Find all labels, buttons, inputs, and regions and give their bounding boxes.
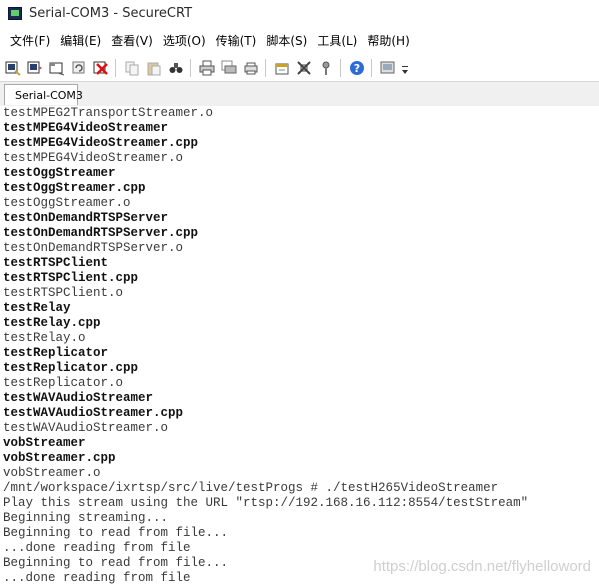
find-icon[interactable] <box>166 59 185 78</box>
terminal-line: testReplicator.o <box>3 376 124 390</box>
terminal-line: /mnt/workspace/ixrtsp/src/live/testProgs… <box>3 481 499 495</box>
connect-tab-icon[interactable] <box>47 59 66 78</box>
menu-script[interactable]: 脚本(S) <box>261 30 312 52</box>
menu-help[interactable]: 帮助(H) <box>362 30 414 52</box>
print-icon[interactable] <box>197 59 216 78</box>
terminal-line: testWAVAudioStreamer.o <box>3 421 169 435</box>
more-icon[interactable] <box>400 59 410 78</box>
terminal-line: testOnDemandRTSPServer.cpp <box>3 226 199 240</box>
tab-serial-com3[interactable]: Serial-COM3 <box>4 84 83 105</box>
terminal-line: ...done reading from file <box>3 541 191 555</box>
session-options-icon[interactable] <box>272 59 291 78</box>
terminal-line: Beginning to read from file... <box>3 526 229 540</box>
terminal-line: testWAVAudioStreamer.cpp <box>3 406 184 420</box>
terminal-line: testOggStreamer <box>3 166 116 180</box>
terminal-output[interactable]: testMPEG2TransportStreamer.o testMPEG4Vid… <box>0 106 599 585</box>
toolbar: ? <box>0 56 599 80</box>
menu-edit[interactable]: 编辑(E) <box>55 30 106 52</box>
print-selection-icon[interactable] <box>219 59 238 78</box>
terminal-line: testMPEG4VideoStreamer <box>3 121 169 135</box>
terminal-line: testMPEG4VideoStreamer.cpp <box>3 136 199 150</box>
sftp-icon[interactable] <box>378 59 397 78</box>
toolbar-separator <box>115 59 116 77</box>
watermark-text: https://blog.csdn.net/flyhelloword <box>373 558 591 575</box>
terminal-line: testReplicator.cpp <box>3 361 139 375</box>
terminal-line: testWAVAudioStreamer <box>3 391 154 405</box>
toolbar-separator <box>265 59 266 77</box>
terminal-line: vobStreamer.cpp <box>3 451 116 465</box>
reconnect-icon[interactable] <box>69 59 88 78</box>
toolbar-separator <box>371 59 372 77</box>
terminal-line: testMPEG2TransportStreamer.o <box>3 106 214 120</box>
connect-icon[interactable] <box>3 59 22 78</box>
terminal-line: testRelay.cpp <box>3 316 101 330</box>
securecrt-app-icon[interactable] <box>8 7 22 20</box>
session-tab-strip: Serial-COM3 <box>0 81 599 107</box>
keymap-icon[interactable] <box>316 59 335 78</box>
terminal-line: testMPEG4VideoStreamer.o <box>3 151 184 165</box>
title-bar: Serial-COM3 - SecureCRT <box>0 0 599 27</box>
tab-label: Serial-COM3 <box>15 88 83 102</box>
terminal-line: Play this stream using the URL "rtsp://1… <box>3 496 529 510</box>
terminal-line: vobStreamer <box>3 436 86 450</box>
terminal-line: testOggStreamer.cpp <box>3 181 146 195</box>
terminal-line: testRelay.o <box>3 331 86 345</box>
toolbar-separator <box>340 59 341 77</box>
menu-tools[interactable]: 工具(L) <box>312 30 362 52</box>
paste-icon[interactable] <box>144 59 163 78</box>
terminal-line: testOnDemandRTSPServer <box>3 211 169 225</box>
terminal-line: Beginning streaming... <box>3 511 169 525</box>
menu-transfer[interactable]: 传输(T) <box>211 30 262 52</box>
menu-file[interactable]: 文件(F) <box>5 30 55 52</box>
terminal-line: vobStreamer.o <box>3 466 101 480</box>
terminal-line: testRTSPClient.cpp <box>3 271 139 285</box>
svg-text:?: ? <box>353 62 359 75</box>
global-options-icon[interactable] <box>294 59 313 78</box>
printer-setup-icon[interactable] <box>241 59 260 78</box>
menu-options[interactable]: 选项(O) <box>158 30 211 52</box>
disconnect-icon[interactable] <box>91 59 110 78</box>
terminal-line: testRelay <box>3 301 71 315</box>
terminal-line: testOnDemandRTSPServer.o <box>3 241 184 255</box>
window-title: Serial-COM3 - SecureCRT <box>29 6 193 21</box>
menu-view[interactable]: 查看(V) <box>106 30 158 52</box>
copy-icon[interactable] <box>122 59 141 78</box>
help-icon[interactable]: ? <box>347 59 366 78</box>
terminal-line: Beginning to read from file... <box>3 556 229 570</box>
terminal-line: testOggStreamer.o <box>3 196 131 210</box>
toolbar-separator <box>190 59 191 77</box>
terminal-line: testRTSPClient <box>3 256 109 270</box>
terminal-line: testReplicator <box>3 346 109 360</box>
terminal-line: ...done reading from file <box>3 571 191 585</box>
menu-bar: 文件(F) 编辑(E) 查看(V) 选项(O) 传输(T) 脚本(S) 工具(L… <box>0 30 415 52</box>
terminal-line: testRTSPClient.o <box>3 286 124 300</box>
quick-connect-icon[interactable] <box>25 59 44 78</box>
